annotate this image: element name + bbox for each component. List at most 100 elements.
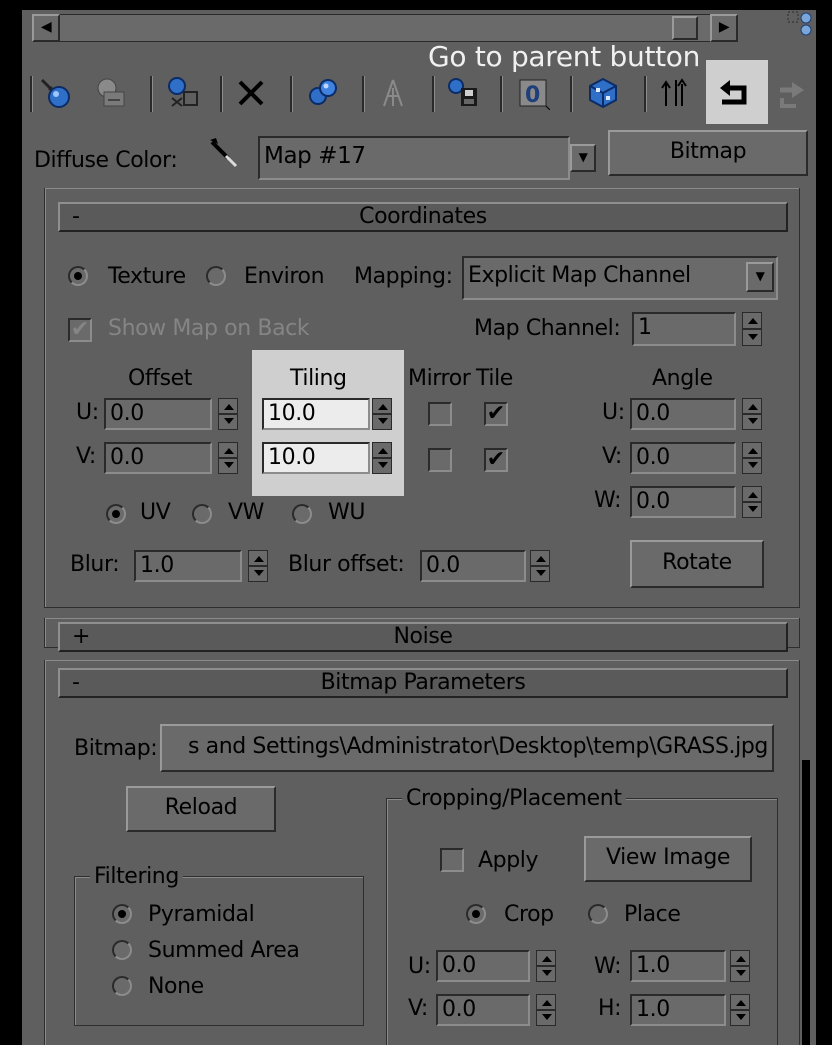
toolbar-separator bbox=[220, 76, 223, 112]
angle-u-spinner[interactable] bbox=[742, 398, 762, 430]
make-unique-icon[interactable] bbox=[306, 76, 340, 110]
texture-label: Texture bbox=[108, 264, 186, 289]
tiling-v-field[interactable]: 10.0 bbox=[262, 442, 370, 474]
horizontal-scrollbar[interactable] bbox=[32, 14, 738, 42]
map-channel-field[interactable]: 1 bbox=[632, 312, 736, 346]
toolbar-separator bbox=[500, 76, 503, 112]
tiling-u-field[interactable]: 10.0 bbox=[262, 398, 370, 430]
put-to-library-icon[interactable] bbox=[376, 76, 410, 110]
sample-type-icon[interactable] bbox=[786, 10, 814, 36]
apply-label: Apply bbox=[478, 848, 539, 873]
pyramidal-radio[interactable] bbox=[112, 904, 132, 924]
show-end-result-icon[interactable] bbox=[586, 76, 620, 110]
coordinates-rollout-header[interactable]: - Coordinates bbox=[58, 202, 788, 232]
map-name-field[interactable]: Map #17 bbox=[258, 136, 570, 180]
uv-radio[interactable] bbox=[106, 504, 126, 524]
blur-spinner[interactable] bbox=[248, 550, 268, 582]
toolbar-separator bbox=[362, 76, 365, 112]
uv-label: UV bbox=[140, 500, 171, 525]
apply-checkbox[interactable] bbox=[440, 848, 464, 872]
map-name-dropdown-button[interactable]: ▼ bbox=[570, 144, 596, 172]
summed-area-label: Summed Area bbox=[148, 938, 300, 963]
material-editor-panel: ◀ ▶ Go to parent button 0 Diffuse Color:… bbox=[22, 10, 816, 1045]
offset-u-spinner[interactable] bbox=[218, 398, 238, 430]
blur-offset-field[interactable]: 0.0 bbox=[420, 550, 526, 582]
bitmap-parameters-rollout-header[interactable]: - Bitmap Parameters bbox=[58, 668, 788, 698]
pyramidal-label: Pyramidal bbox=[148, 902, 255, 927]
svg-text:0: 0 bbox=[525, 83, 540, 108]
material-id-channel-icon[interactable] bbox=[446, 76, 480, 110]
bitmap-label: Bitmap: bbox=[74, 736, 158, 761]
assign-material-icon[interactable] bbox=[166, 76, 200, 110]
view-image-button[interactable]: View Image bbox=[584, 836, 752, 882]
crop-w-field[interactable]: 1.0 bbox=[630, 950, 726, 982]
toolbar-separator bbox=[644, 76, 647, 112]
tile-u-checkbox[interactable]: ✔ bbox=[484, 402, 508, 426]
crop-u-label: U: bbox=[408, 954, 431, 979]
bitmap-path-button[interactable]: s and Settings\Administrator\Desktop\tem… bbox=[160, 724, 774, 772]
crop-v-field[interactable]: 0.0 bbox=[436, 994, 530, 1026]
reset-map-icon[interactable] bbox=[234, 76, 268, 110]
tiling-u-spinner[interactable] bbox=[372, 398, 392, 430]
map-channel-spinner[interactable] bbox=[742, 312, 762, 346]
mapping-dropdown[interactable]: Explicit Map Channel bbox=[462, 256, 778, 300]
none-radio[interactable] bbox=[112, 976, 132, 996]
wu-radio[interactable] bbox=[292, 504, 312, 524]
summed-area-radio[interactable] bbox=[112, 940, 132, 960]
go-to-parent-icon[interactable] bbox=[716, 76, 750, 110]
rollout-title: Noise bbox=[393, 624, 453, 649]
show-map-in-viewport-icon[interactable]: 0 bbox=[516, 76, 550, 110]
crop-u-spinner[interactable] bbox=[536, 950, 556, 982]
scrollbar-thumb[interactable] bbox=[672, 16, 698, 40]
vw-label: VW bbox=[228, 500, 265, 525]
scroll-right-button[interactable]: ▶ bbox=[710, 14, 738, 42]
tiling-v-spinner[interactable] bbox=[372, 442, 392, 474]
pick-material-eyedropper-icon[interactable] bbox=[206, 136, 242, 172]
noise-rollout-header[interactable]: + Noise bbox=[58, 622, 788, 652]
rollout-title: Bitmap Parameters bbox=[320, 670, 526, 695]
navigate-hierarchy-icon[interactable] bbox=[658, 76, 692, 110]
offset-v-spinner[interactable] bbox=[218, 442, 238, 474]
crop-h-spinner[interactable] bbox=[730, 994, 750, 1026]
angle-v-spinner[interactable] bbox=[742, 442, 762, 474]
blur-offset-spinner[interactable] bbox=[530, 550, 550, 582]
offset-u-field[interactable]: 0.0 bbox=[104, 398, 212, 430]
tile-header: Tile bbox=[476, 366, 513, 391]
map-channel-label: Map Channel: bbox=[474, 316, 621, 341]
offset-v-field[interactable]: 0.0 bbox=[104, 442, 212, 474]
crop-u-field[interactable]: 0.0 bbox=[436, 950, 530, 982]
map-type-button[interactable]: Bitmap bbox=[608, 130, 808, 176]
mirror-u-checkbox[interactable] bbox=[428, 402, 452, 426]
crop-h-label: H: bbox=[598, 996, 622, 1021]
angle-u-field[interactable]: 0.0 bbox=[630, 398, 736, 430]
environ-radio[interactable] bbox=[206, 266, 226, 286]
go-forward-to-sibling-icon[interactable] bbox=[774, 76, 808, 110]
mapping-dropdown-button[interactable]: ▼ bbox=[746, 262, 774, 292]
angle-v-field[interactable]: 0.0 bbox=[630, 442, 736, 474]
mirror-header: Mirror bbox=[408, 366, 471, 391]
tiling-header: Tiling bbox=[290, 366, 347, 391]
get-material-icon[interactable] bbox=[38, 76, 72, 110]
crop-v-spinner[interactable] bbox=[536, 994, 556, 1026]
rotate-button[interactable]: Rotate bbox=[630, 540, 764, 588]
angle-w-field[interactable]: 0.0 bbox=[630, 486, 736, 518]
mirror-v-checkbox[interactable] bbox=[428, 448, 452, 472]
crop-radio[interactable] bbox=[466, 904, 486, 924]
vertical-scrollbar[interactable] bbox=[802, 760, 810, 1045]
crop-w-spinner[interactable] bbox=[730, 950, 750, 982]
blur-field[interactable]: 1.0 bbox=[134, 550, 242, 582]
tile-v-checkbox[interactable]: ✔ bbox=[484, 448, 508, 472]
show-map-on-back-checkbox[interactable]: ✔ bbox=[68, 318, 92, 342]
crop-h-field[interactable]: 1.0 bbox=[630, 994, 726, 1026]
place-radio[interactable] bbox=[588, 904, 608, 924]
texture-radio[interactable] bbox=[68, 266, 88, 286]
none-label: None bbox=[148, 974, 204, 999]
reload-button[interactable]: Reload bbox=[126, 786, 276, 832]
put-to-scene-icon[interactable] bbox=[94, 76, 128, 110]
toolbar-separator bbox=[30, 76, 33, 112]
angle-header: Angle bbox=[652, 366, 713, 391]
vw-radio[interactable] bbox=[192, 504, 212, 524]
scroll-left-button[interactable]: ◀ bbox=[32, 14, 60, 42]
angle-w-spinner[interactable] bbox=[742, 486, 762, 518]
mapping-label: Mapping: bbox=[354, 264, 453, 289]
